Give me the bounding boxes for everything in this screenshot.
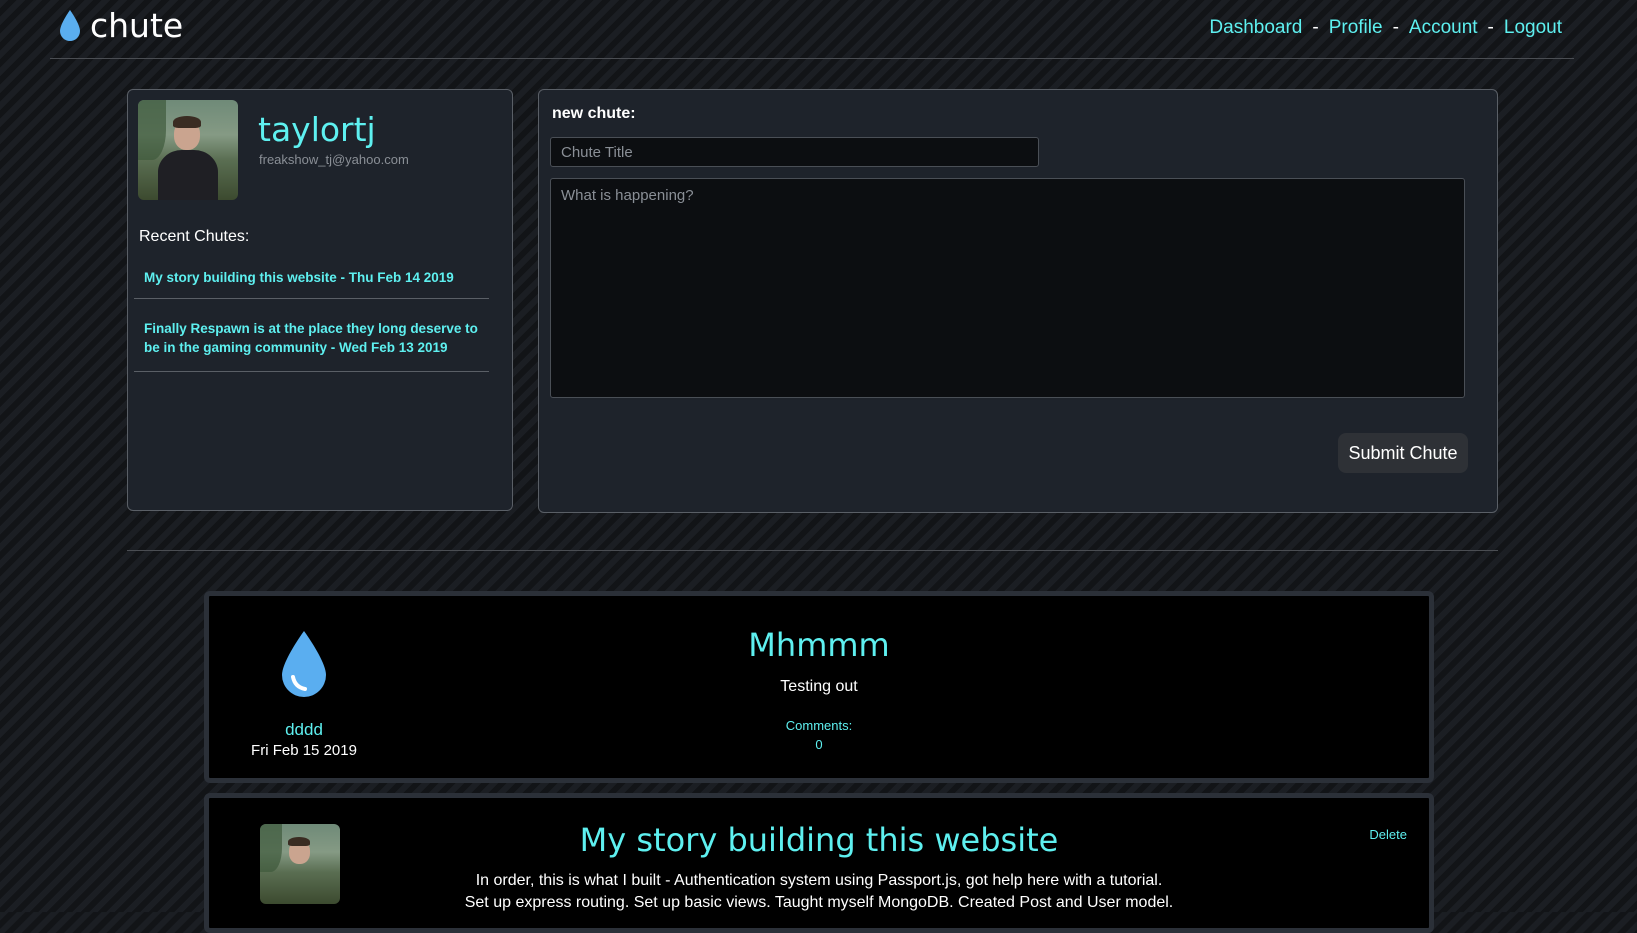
profile-email: freakshow_tj@yahoo.com <box>259 152 409 167</box>
delete-post-link[interactable]: Delete <box>1369 827 1407 842</box>
avatar <box>260 824 340 904</box>
water-drop-avatar-icon <box>279 629 329 704</box>
chute-title-input[interactable] <box>550 137 1039 167</box>
post-author[interactable]: dddd <box>209 720 399 740</box>
nav-logout[interactable]: Logout <box>1504 17 1562 39</box>
post-title[interactable]: My story building this website <box>399 821 1239 859</box>
recent-chutes-heading: Recent Chutes: <box>139 228 250 245</box>
post-card: dddd Fri Feb 15 2019 Mhmmm Testing out C… <box>204 591 1434 783</box>
new-chute-form: new chute: Submit Chute <box>538 89 1498 513</box>
top-navbar: chute Dashboard - Profile - Account - Lo… <box>50 0 1574 59</box>
main-nav: Dashboard - Profile - Account - Logout <box>1209 17 1562 39</box>
post-body: Testing out <box>780 678 858 695</box>
post-title[interactable]: Mhmmm <box>399 626 1239 664</box>
new-chute-label: new chute: <box>552 105 636 122</box>
post-body-line: In order, this is what I built - Authent… <box>475 872 1163 889</box>
nav-dashboard[interactable]: Dashboard <box>1209 17 1302 39</box>
post-body: In order, this is what I built - Authent… <box>399 870 1239 914</box>
post-body-line: Set up express routing. Set up basic vie… <box>464 894 1174 911</box>
recent-chutes-list: My story building this website - Thu Feb… <box>134 258 489 372</box>
comments-count: 0 <box>815 737 823 752</box>
nav-profile[interactable]: Profile <box>1329 17 1383 39</box>
post-date: Fri Feb 15 2019 <box>251 742 357 759</box>
nav-separator: - <box>1392 17 1399 38</box>
brand-name: chute <box>90 6 184 45</box>
nav-account[interactable]: Account <box>1409 17 1478 39</box>
recent-chute-link[interactable]: My story building this website - Thu Feb… <box>134 258 489 299</box>
nav-separator: - <box>1487 17 1494 38</box>
profile-username: taylortj <box>258 110 376 149</box>
post-card: My story building this website Delete In… <box>204 793 1434 933</box>
recent-chute-link[interactable]: Finally Respawn is at the place they lon… <box>134 299 489 372</box>
chute-body-textarea[interactable] <box>550 178 1465 398</box>
submit-chute-button[interactable]: Submit Chute <box>1338 433 1468 473</box>
comments-label[interactable]: Comments: <box>399 718 1239 733</box>
avatar <box>138 100 238 200</box>
brand[interactable]: chute <box>58 6 183 45</box>
profile-card: taylortj freakshow_tj@yahoo.com Recent C… <box>127 89 513 511</box>
section-divider <box>127 550 1498 551</box>
water-drop-logo-icon <box>58 9 82 43</box>
nav-separator: - <box>1312 17 1319 38</box>
